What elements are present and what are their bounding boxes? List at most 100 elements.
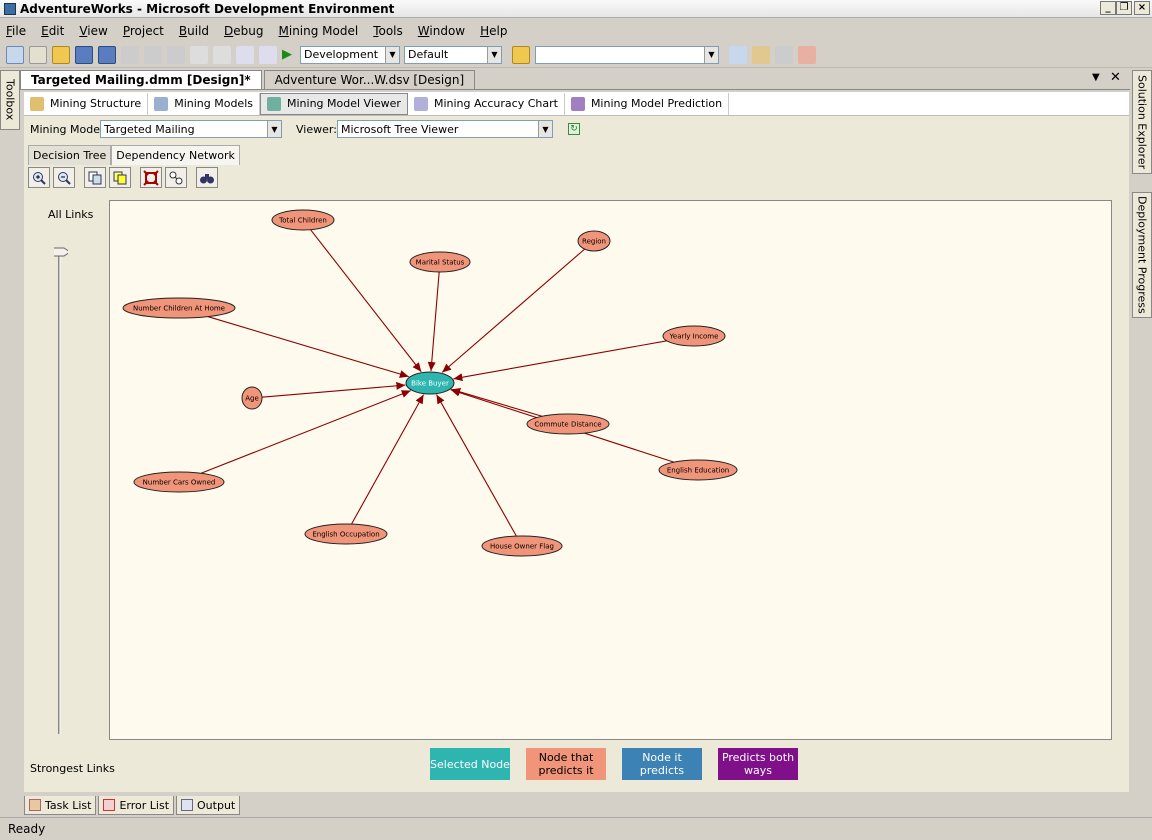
- network-node[interactable]: Age: [241, 386, 263, 410]
- network-node[interactable]: Marital Status: [409, 251, 471, 273]
- menu-file[interactable]: File: [6, 24, 26, 38]
- window-list-icon[interactable]: ▼: [1092, 72, 1100, 83]
- link-strength-slider[interactable]: [54, 246, 68, 736]
- dependency-network-graph: Total Children Region Marital Status Number…: [122, 209, 738, 557]
- menu-mining-model[interactable]: Mining Model: [279, 24, 359, 38]
- solution-explorer-tab[interactable]: Solution Explorer: [1132, 70, 1152, 174]
- tab-mining-model-prediction[interactable]: Mining Model Prediction: [565, 92, 730, 115]
- viewer-select[interactable]: Microsoft Tree Viewer ▼: [337, 120, 553, 138]
- network-node[interactable]: Region: [577, 230, 611, 252]
- tab-label: Mining Models: [174, 97, 253, 110]
- undo-icon[interactable]: [190, 45, 208, 64]
- network-node[interactable]: English Education: [658, 459, 738, 481]
- toolbox-tab-label: Toolbox: [3, 79, 17, 121]
- tab-dependency-network[interactable]: Dependency Network: [111, 145, 240, 165]
- menu-bar: File Edit View Project Build Debug Minin…: [0, 20, 1152, 42]
- add-item-icon[interactable]: [29, 45, 47, 64]
- node-label: Yearly Income: [669, 333, 719, 341]
- status-text: Ready: [8, 822, 46, 836]
- close-document-icon[interactable]: ✕: [1110, 70, 1121, 85]
- tool-window-tabs: Task List Error List Output: [24, 796, 242, 816]
- tab-label: Output: [197, 798, 236, 812]
- dependency-link: [451, 388, 543, 417]
- dependency-network-canvas[interactable]: Total Children Region Marital Status Number…: [109, 200, 1112, 740]
- dependency-link: [200, 390, 411, 474]
- viewer-value: Microsoft Tree Viewer: [341, 122, 459, 136]
- viewer-toolbar: [24, 164, 1129, 190]
- size-to-fit-icon[interactable]: [140, 167, 162, 188]
- network-node[interactable]: Yearly Income: [662, 325, 726, 347]
- tab-mining-model-viewer[interactable]: Mining Model Viewer: [260, 92, 408, 115]
- deployment-progress-tab-label: Deployment Progress: [1135, 196, 1149, 314]
- menu-project[interactable]: Project: [123, 24, 164, 38]
- designer-tabs: Mining Structure Mining Models Mining Mo…: [24, 92, 1129, 116]
- tab-mining-models[interactable]: Mining Models: [148, 92, 260, 115]
- menu-window[interactable]: Window: [418, 24, 465, 38]
- solution-explorer-icon[interactable]: [729, 45, 747, 64]
- toolbox-icon[interactable]: [775, 45, 793, 64]
- tab-decision-tree[interactable]: Decision Tree: [28, 145, 112, 165]
- platform-select[interactable]: Default ▼: [404, 45, 502, 64]
- solution-config-select[interactable]: Development ▼: [300, 45, 400, 64]
- paste-icon[interactable]: [167, 45, 185, 64]
- open-folder-icon[interactable]: [52, 45, 70, 64]
- properties-icon[interactable]: [752, 45, 770, 64]
- toolbox-tab[interactable]: Toolbox: [0, 70, 20, 130]
- menu-edit[interactable]: Edit: [41, 24, 64, 38]
- find-node-icon[interactable]: [196, 167, 218, 188]
- network-node[interactable]: House Owner Flag: [481, 535, 563, 557]
- network-node[interactable]: English Occupation: [304, 523, 388, 545]
- tab-task-list[interactable]: Task List: [24, 796, 97, 815]
- maximize-button[interactable]: ❐: [1116, 1, 1132, 15]
- tab-output[interactable]: Output: [176, 796, 241, 815]
- network-node[interactable]: Number Cars Owned: [133, 471, 225, 493]
- chevron-down-icon: ▼: [704, 46, 718, 63]
- doc-tab-adventure-works-dsv[interactable]: Adventure Wor...W.dsv [Design]: [263, 70, 476, 89]
- close-button[interactable]: ×: [1134, 1, 1150, 15]
- node-label: Region: [582, 238, 606, 246]
- redo-icon[interactable]: [213, 45, 231, 64]
- task-icon[interactable]: [798, 45, 816, 64]
- doc-tab-targeted-mailing[interactable]: Targeted Mailing.dmm [Design]*: [20, 70, 262, 89]
- deployment-progress-tab[interactable]: Deployment Progress: [1132, 192, 1152, 318]
- menu-help[interactable]: Help: [480, 24, 507, 38]
- error-list-icon: [103, 799, 116, 811]
- menu-view[interactable]: View: [79, 24, 107, 38]
- new-project-icon[interactable]: [6, 45, 24, 64]
- app-icon: [4, 2, 16, 15]
- slider-thumb[interactable]: [54, 247, 68, 257]
- start-debug-icon[interactable]: ▶: [282, 47, 292, 62]
- find-combo[interactable]: ▼: [535, 45, 719, 64]
- menu-tools[interactable]: Tools: [373, 24, 403, 38]
- zoom-out-icon[interactable]: [53, 167, 75, 188]
- navigate-backward-icon[interactable]: [236, 45, 254, 64]
- mining-model-viewer-icon: [267, 96, 281, 111]
- mining-model-select[interactable]: Targeted Mailing ▼: [100, 120, 282, 138]
- tab-error-list[interactable]: Error List: [98, 796, 175, 815]
- center-graph-icon[interactable]: [165, 167, 187, 188]
- navigate-forward-icon[interactable]: [259, 45, 277, 64]
- mining-model-label: Mining Model:: [30, 123, 107, 136]
- mining-structure-icon: [30, 96, 44, 111]
- cut-icon[interactable]: [121, 45, 139, 64]
- menu-debug[interactable]: Debug: [224, 24, 263, 38]
- minimize-button[interactable]: _: [1100, 1, 1116, 15]
- network-node[interactable]: Commute Distance: [526, 413, 610, 435]
- chevron-down-icon: ▼: [385, 46, 399, 63]
- network-node[interactable]: Total Children: [271, 209, 335, 231]
- refresh-icon[interactable]: ↻: [568, 123, 580, 135]
- copy-icon[interactable]: [144, 45, 162, 64]
- save-icon[interactable]: [75, 45, 93, 64]
- selected-network-node[interactable]: Bike Buyer: [405, 371, 455, 395]
- zoom-in-icon[interactable]: [28, 167, 50, 188]
- menu-build[interactable]: Build: [179, 24, 209, 38]
- tab-mining-structure[interactable]: Mining Structure: [24, 92, 149, 115]
- slider-bottom-label: Strongest Links: [30, 762, 115, 775]
- copy-graph-view-icon[interactable]: [109, 167, 131, 188]
- network-node[interactable]: Number Children At Home: [122, 297, 236, 319]
- copy-graph-icon[interactable]: [84, 167, 106, 188]
- save-all-icon[interactable]: [98, 45, 116, 64]
- legend-predicts-both-ways: Predicts both ways: [718, 748, 798, 780]
- find-in-files-icon[interactable]: [512, 45, 530, 64]
- tab-mining-accuracy-chart[interactable]: Mining Accuracy Chart: [408, 92, 565, 115]
